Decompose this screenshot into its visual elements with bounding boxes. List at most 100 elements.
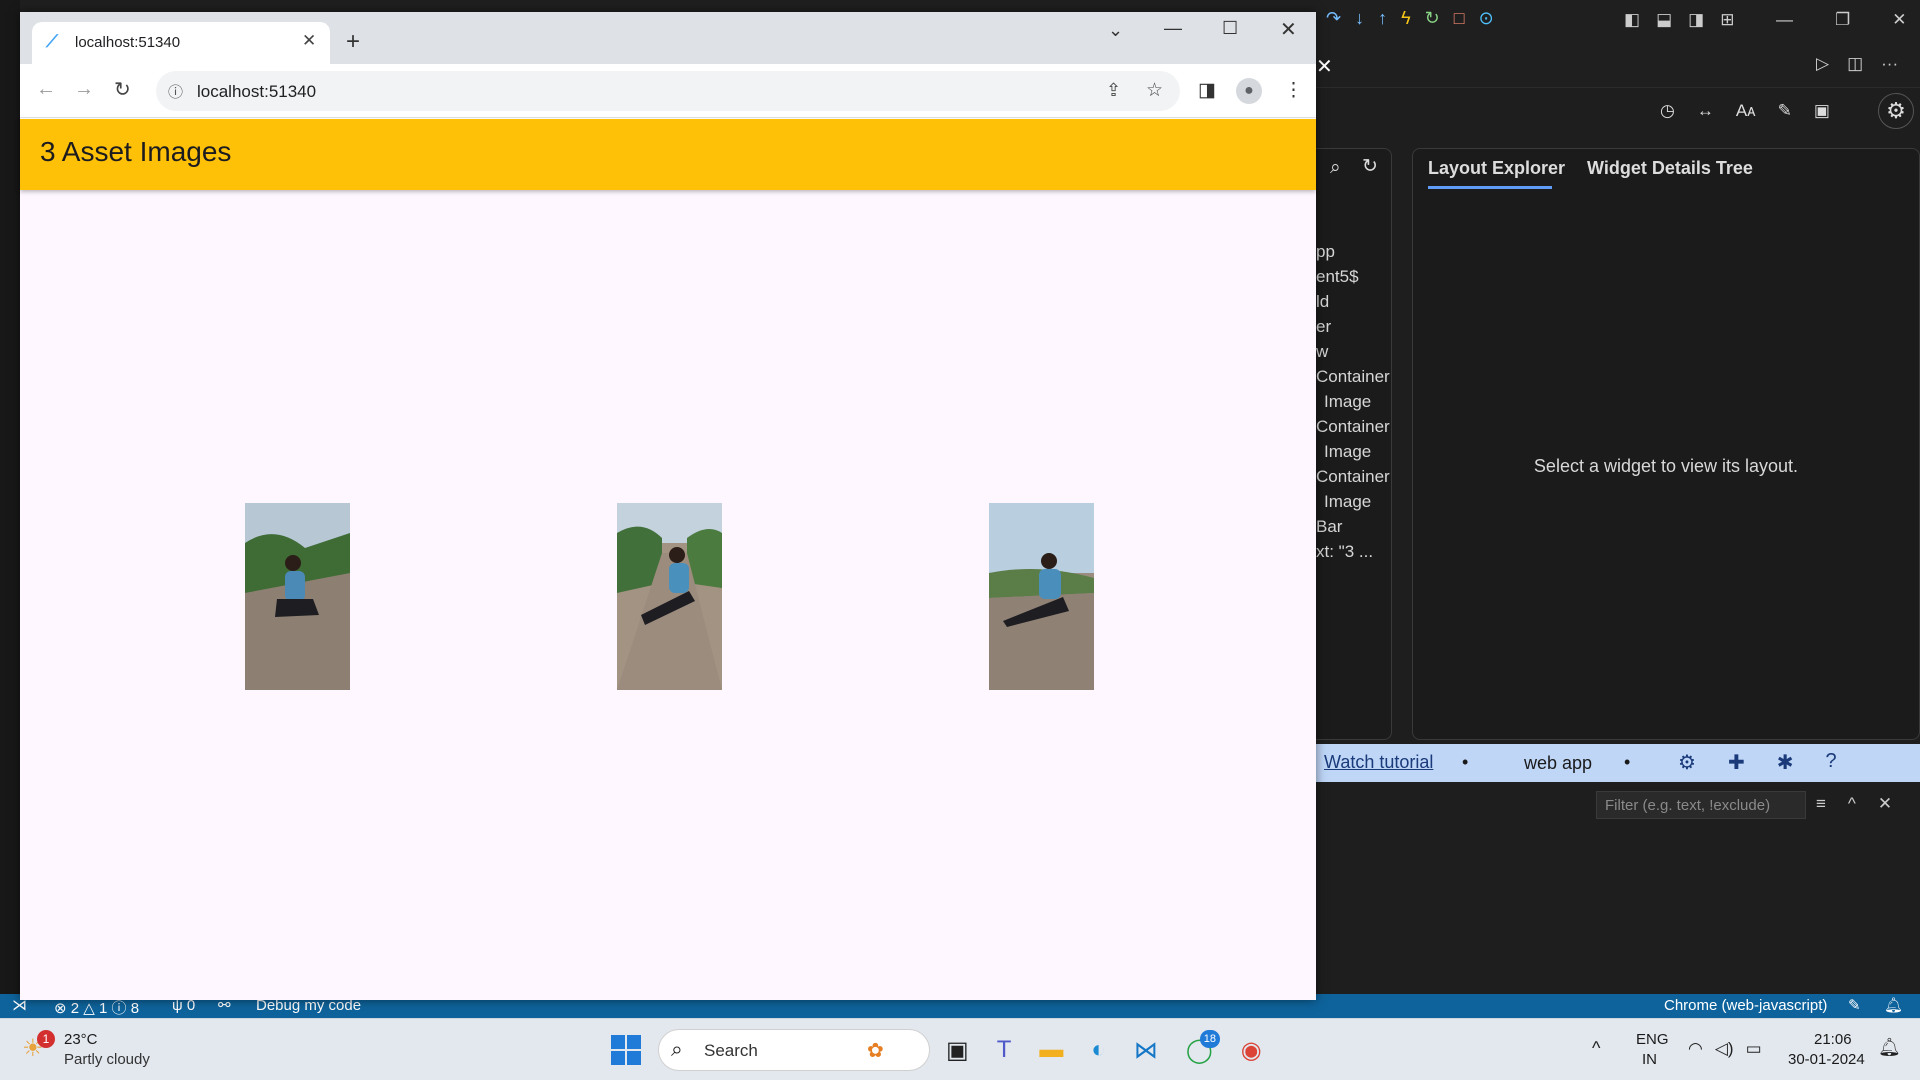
tree-item[interactable]: Container <box>1316 367 1390 387</box>
refresh-icon[interactable]: ↻ <box>1362 155 1378 178</box>
debug-target[interactable]: Chrome (web-javascript) <box>1664 997 1827 1014</box>
toggle-sidebar-icon[interactable]: ◧ <box>1624 10 1640 30</box>
settings-gear-icon[interactable]: ⚙ <box>1878 93 1914 129</box>
share-icon[interactable]: ⇪ <box>1106 80 1121 101</box>
step-out-icon[interactable]: ↑ <box>1378 8 1387 29</box>
search-icon[interactable]: ⌕ <box>1330 157 1341 179</box>
asset-image-3 <box>989 503 1094 690</box>
tree-item[interactable]: Container <box>1316 417 1390 437</box>
notifications-icon[interactable]: 🔔︎ <box>1884 996 1903 1014</box>
close-editor-icon[interactable]: ✕ <box>1316 54 1333 79</box>
tab-layout-explorer[interactable]: Layout Explorer <box>1428 158 1565 179</box>
layout-controls: ◧ ⬓ ◨ ⊞ <box>1624 10 1734 30</box>
address-bar[interactable]: ⓘ localhost:51340 ⇪ ☆ <box>156 71 1180 111</box>
file-explorer-icon[interactable]: ▬ <box>1039 1036 1063 1065</box>
weather-widget[interactable]: ☀ 1 <box>22 1030 55 1062</box>
clock-time[interactable]: 21:06 <box>1814 1031 1852 1048</box>
bookmark-star-icon[interactable]: ☆ <box>1146 79 1163 102</box>
run-icon[interactable]: ▷ <box>1816 54 1829 74</box>
close-panel-icon[interactable]: ✕ <box>1878 794 1892 814</box>
region[interactable]: IN <box>1642 1051 1657 1068</box>
customize-layout-icon[interactable]: ⊞ <box>1720 10 1734 30</box>
collapse-panel-icon[interactable]: ^ <box>1848 794 1856 814</box>
url-text[interactable]: localhost:51340 <box>197 82 316 102</box>
taskbar-search[interactable]: ⌕ Search ✿ <box>658 1029 930 1071</box>
back-icon[interactable]: ← <box>36 78 56 101</box>
show-hidden-icons[interactable]: ^ <box>1592 1038 1600 1059</box>
toggle-secondary-sidebar-icon[interactable]: ◨ <box>1688 10 1704 30</box>
start-windows-icon[interactable] <box>611 1035 641 1065</box>
vscode-restore-icon[interactable]: ❐ <box>1835 10 1850 30</box>
browser-tab[interactable]: ⟋ localhost:51340 ✕ <box>32 22 330 64</box>
close-window-icon[interactable]: ✕ <box>1280 17 1297 42</box>
weather-badge: 1 <box>37 1030 55 1048</box>
inspect-icon[interactable]: ⊙ <box>1479 8 1494 29</box>
tree-item[interactable]: w <box>1316 342 1328 362</box>
vscode-icon[interactable]: ⋈ <box>1134 1036 1158 1065</box>
reload-icon[interactable]: ↻ <box>114 77 131 102</box>
devtools-status-strip: Watch tutorial • web app • ⚙ ✚ ✱ ? <box>1316 744 1920 782</box>
filter-input[interactable]: Filter (e.g. text, !exclude) <box>1596 791 1806 819</box>
tab-search-icon[interactable]: ⌄ <box>1108 20 1123 41</box>
teams-icon[interactable]: T <box>997 1036 1012 1065</box>
separator-dot: • <box>1462 752 1469 772</box>
menu-kebab-icon[interactable]: ⋮ <box>1284 79 1303 102</box>
toggle-panel-icon[interactable]: ⬓ <box>1656 10 1672 30</box>
vscode-close-icon[interactable]: ✕ <box>1892 10 1906 30</box>
chrome-icon[interactable]: ◉ <box>1241 1036 1262 1065</box>
devtools-actions: ◷ ↔ Aᴀ ✎ ▣ <box>1660 101 1830 121</box>
side-panel-icon[interactable]: ◨ <box>1198 79 1216 102</box>
feedback-icon[interactable]: ✎ <box>1848 996 1861 1014</box>
system-tray[interactable]: ◠ ◁) ▭ <box>1688 1039 1762 1059</box>
step-into-icon[interactable]: ↓ <box>1355 8 1364 29</box>
tree-item[interactable]: ld <box>1316 292 1329 312</box>
repaint-icon[interactable]: ✎ <box>1778 101 1792 121</box>
restart-icon[interactable]: ↻ <box>1425 8 1440 29</box>
baseline-icon[interactable]: ↔ <box>1697 101 1714 121</box>
more-actions-icon[interactable]: ··· <box>1881 54 1898 74</box>
image-icon[interactable]: ▣ <box>1814 101 1830 121</box>
tab-widget-details-tree[interactable]: Widget Details Tree <box>1587 158 1753 179</box>
help-icon[interactable]: ? <box>1825 750 1836 775</box>
task-view-icon[interactable]: ▣ <box>946 1036 969 1065</box>
problems-indicator[interactable]: ⊗ 2 △ 1 ⓘ 8 <box>54 997 139 1018</box>
stop-icon[interactable]: □ <box>1454 8 1465 29</box>
whatsapp-icon[interactable]: ◯ 18 <box>1186 1030 1220 1065</box>
taskbar-apps: ▣ T ▬ ◐ ⋈ ◯ 18 ◉ <box>946 1030 1262 1065</box>
tree-item[interactable]: er <box>1316 317 1331 337</box>
activity-bar <box>0 0 20 994</box>
tree-item[interactable]: xt: "3 ... <box>1316 542 1373 562</box>
tree-item[interactable]: Container <box>1316 467 1390 487</box>
step-over-icon[interactable]: ↷ <box>1326 8 1341 29</box>
forward-icon[interactable]: → <box>74 78 94 101</box>
vscode-minimize-icon[interactable]: — <box>1776 10 1793 30</box>
tree-item[interactable]: Image <box>1316 392 1371 412</box>
strip-settings-icon[interactable]: ⚙ <box>1678 750 1696 775</box>
hot-reload-icon[interactable]: ϟ <box>1401 8 1411 29</box>
minimize-icon[interactable]: — <box>1164 18 1182 39</box>
profile-avatar[interactable]: ● <box>1236 78 1262 104</box>
tree-item[interactable]: Bar <box>1316 517 1342 537</box>
performance-overlay-icon[interactable]: ◷ <box>1660 101 1675 121</box>
language[interactable]: ENG <box>1636 1031 1669 1048</box>
watch-tutorial-link[interactable]: Watch tutorial <box>1324 752 1433 773</box>
tree-item[interactable]: ent5$ <box>1316 267 1359 287</box>
edge-icon[interactable]: ◐ <box>1091 1036 1106 1065</box>
split-editor-icon[interactable]: ◫ <box>1847 54 1863 74</box>
word-wrap-icon[interactable]: ≡ <box>1816 794 1826 814</box>
extensions-icon[interactable]: ✚ <box>1728 750 1745 775</box>
maximize-icon[interactable]: ☐ <box>1222 18 1238 39</box>
clock-date[interactable]: 30-01-2024 <box>1788 1051 1865 1068</box>
debug-bug-icon[interactable]: ✱ <box>1777 750 1794 775</box>
text-scale-icon[interactable]: Aᴀ <box>1736 101 1756 121</box>
tree-item[interactable]: Image <box>1316 492 1371 512</box>
close-tab-icon[interactable]: ✕ <box>302 31 316 51</box>
separator-dot: • <box>1624 752 1631 772</box>
new-tab-button[interactable]: + <box>346 28 360 56</box>
temperature: 23°C <box>64 1031 98 1048</box>
tree-item[interactable]: Image <box>1316 442 1371 462</box>
notification-bell-icon[interactable]: 🔔︎ <box>1878 1037 1901 1058</box>
strip-actions: ⚙ ✚ ✱ ? <box>1678 750 1837 775</box>
tree-item[interactable]: pp <box>1316 242 1335 262</box>
site-info-icon[interactable]: ⓘ <box>168 81 183 102</box>
